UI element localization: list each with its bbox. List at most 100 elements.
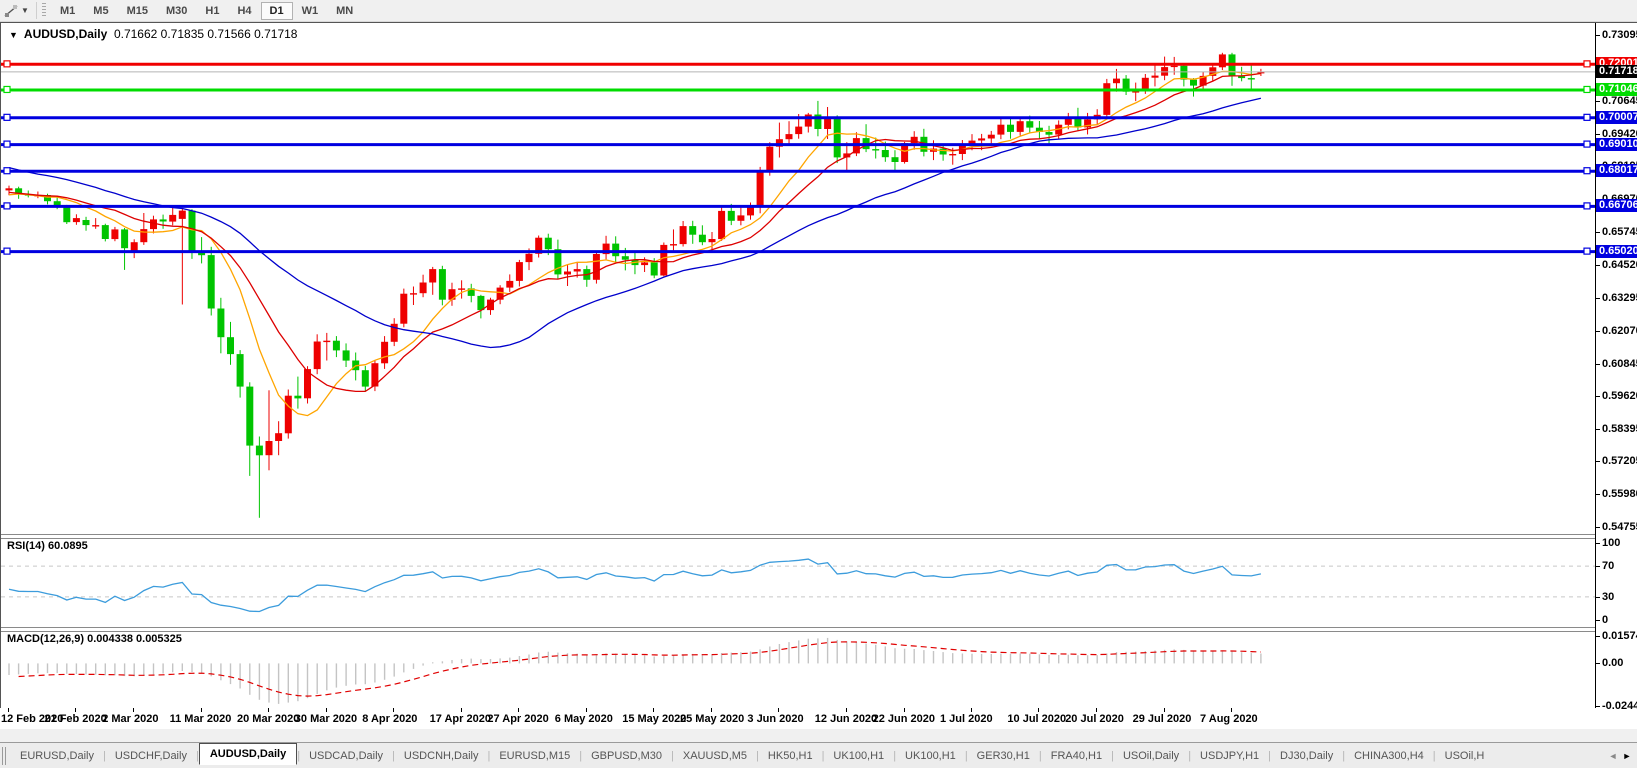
collapse-triangle-icon[interactable]: ▼ [9,30,18,40]
chevron-down-icon[interactable]: ▼ [21,6,33,15]
axis-tick-mark [1596,620,1600,621]
price-tick-label: 0.63295 [1602,292,1637,304]
macd-tick-label: 0.015741 [1602,630,1637,642]
time-tick-mark [1096,708,1097,712]
time-tick-label: 20 Jul 2020 [1065,713,1124,725]
time-tick-label: 30 Mar 2020 [295,713,357,725]
chart-tab-gbpusd-m30[interactable]: GBPUSD,M30 [582,747,671,765]
rsi-indicator-pane[interactable] [1,537,1595,627]
chart-tab-eurusd-daily[interactable]: EURUSD,Daily [11,747,103,765]
time-tick-mark [904,708,905,712]
axis-tick-mark [1596,429,1600,430]
timeframe-button-h1[interactable]: H1 [196,2,228,20]
timeframe-button-d1[interactable]: D1 [261,2,293,20]
chart-tab-usdcnh-daily[interactable]: USDCNH,Daily [395,747,488,765]
chart-ohlc-readout: 0.71662 0.71835 0.71566 0.71718 [114,27,298,41]
price-tick-label: 0.59620 [1602,390,1637,402]
time-tick-label: 7 Aug 2020 [1200,713,1258,725]
axis-tick-mark [1596,494,1600,495]
axis-tick-mark [1596,396,1600,397]
tabbar-drag-handle[interactable] [2,747,7,765]
time-tick-label: 17 Apr 2020 [430,713,491,725]
toolbar-separator [36,2,37,19]
hline-price-badge: 0.65020 [1596,245,1637,258]
time-tick-mark [8,708,9,712]
time-tick-label: 8 Apr 2020 [362,713,417,725]
main-price-chart[interactable] [1,23,1595,534]
axis-tick-mark [1596,663,1600,664]
price-tick-label: 0.70645 [1602,95,1637,107]
price-tick-label: 0.58395 [1602,423,1637,435]
chart-tab-eurusd-m15[interactable]: EURUSD,M15 [490,747,579,765]
hline-price-badge: 0.69010 [1596,138,1637,151]
timeframe-button-m30[interactable]: M30 [157,2,196,20]
timeframe-button-h4[interactable]: H4 [228,2,260,20]
timeframe-button-w1[interactable]: W1 [293,2,328,20]
price-tick-label: 0.62070 [1602,325,1637,337]
chart-symbol-period: AUDUSD,Daily [24,27,107,41]
axis-tick-mark [1596,543,1600,544]
time-tick-mark [1231,708,1232,712]
chart-tab-usoil-h[interactable]: USOil,H [1436,747,1494,765]
rsi-label: RSI(14) 60.0895 [7,540,88,552]
time-tick-label: 3 Jun 2020 [747,713,803,725]
chart-tab-china300-h4[interactable]: CHINA300,H4 [1345,747,1433,765]
timeframe-button-m15[interactable]: M15 [118,2,157,20]
chart-tab-usdjpy-h1[interactable]: USDJPY,H1 [1191,747,1268,765]
chart-tab-uk100-h1[interactable]: UK100,H1 [824,747,893,765]
price-scale[interactable]: 0.730950.706450.694200.681950.669700.657… [1595,23,1637,708]
chart-window: ▼ AUDUSD,Daily 0.71662 0.71835 0.71566 0.… [0,22,1637,708]
timeframe-button-m1[interactable]: M1 [51,2,84,20]
time-tick-label: 1 Jul 2020 [940,713,993,725]
time-tick-mark [586,708,587,712]
chart-tab-ger30-h1[interactable]: GER30,H1 [968,747,1039,765]
top-toolbar: ▼ M1M5M15M30H1H4D1W1MN [0,0,1637,22]
time-tick-label: 21 Feb 2020 [44,713,106,725]
macd-tick-label: -0.024411 [1602,700,1637,712]
rsi-tick-label: 100 [1602,537,1620,549]
time-tick-label: 25 May 2020 [680,713,744,725]
axis-tick-mark [1596,527,1600,528]
axis-tick-mark [1596,597,1600,598]
timeframe-button-mn[interactable]: MN [327,2,362,20]
hline-price-badge: 0.71046 [1596,83,1637,96]
line-styles-icon[interactable] [1,3,21,19]
chart-tab-xauusd-m5[interactable]: XAUUSD,M5 [674,747,756,765]
time-tick-mark [393,708,394,712]
axis-tick-mark [1596,298,1600,299]
time-scale[interactable]: 12 Feb 202021 Feb 20202 Mar 202011 Mar 2… [0,708,1637,729]
toolbar-drag-handle[interactable] [42,3,46,18]
chart-tab-audusd-daily[interactable]: AUDUSD,Daily [199,743,297,765]
hline-price-badge: 0.66706 [1596,199,1637,212]
axis-tick-mark [1596,364,1600,365]
chart-tab-usoil-daily[interactable]: USOil,Daily [1114,747,1188,765]
chart-tab-hk50-h1[interactable]: HK50,H1 [759,747,822,765]
tabs-scroll-left-icon[interactable]: ◄ [1606,751,1620,761]
time-tick-label: 22 Jun 2020 [873,713,935,725]
chart-title: ▼ AUDUSD,Daily 0.71662 0.71835 0.71566 0.… [9,27,297,41]
chart-tab-usdcad-daily[interactable]: USDCAD,Daily [300,747,392,765]
chart-tab-bar: EURUSD,Daily|USDCHF,Daily|AUDUSD,Daily|U… [0,742,1637,768]
time-tick-mark [971,708,972,712]
chart-tab-uk100-h1[interactable]: UK100,H1 [896,747,965,765]
rsi-tick-label: 70 [1602,560,1614,572]
chart-tab-usdchf-daily[interactable]: USDCHF,Daily [106,747,196,765]
price-tick-label: 0.54755 [1602,521,1637,533]
time-tick-mark [268,708,269,712]
time-tick-mark [75,708,76,712]
price-tick-label: 0.64520 [1602,259,1637,271]
axis-tick-mark [1596,461,1600,462]
macd-indicator-pane[interactable] [1,630,1595,708]
timeframe-button-m5[interactable]: M5 [84,2,117,20]
hline-price-badge: 0.68017 [1596,164,1637,177]
tabs-scroll-right-icon[interactable]: ► [1620,751,1634,761]
time-tick-mark [778,708,779,712]
axis-tick-mark [1596,35,1600,36]
axis-tick-mark [1596,706,1600,707]
chart-tab-dj30-daily[interactable]: DJ30,Daily [1271,747,1342,765]
chart-tab-fra40-h1[interactable]: FRA40,H1 [1042,747,1111,765]
rsi-tick-label: 30 [1602,591,1614,603]
axis-tick-mark [1596,566,1600,567]
price-tick-label: 0.57205 [1602,455,1637,467]
time-tick-label: 27 Apr 2020 [487,713,548,725]
